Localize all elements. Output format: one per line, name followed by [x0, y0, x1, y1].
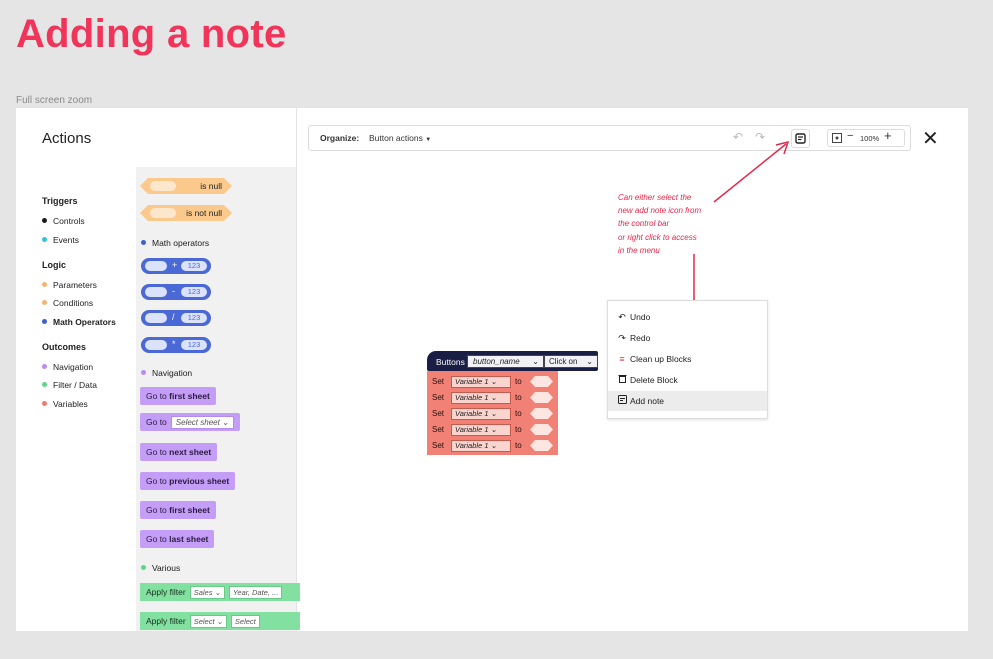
note-icon [617, 391, 627, 411]
value-slot[interactable] [530, 376, 553, 387]
editor-frame: Actions Triggers Controls Events Logic P… [16, 108, 968, 631]
arrow-to-toolbar [713, 143, 787, 203]
variable-dropdown[interactable]: Variable 1 ⌄ [451, 440, 511, 452]
value-slot[interactable] [530, 392, 553, 403]
menu-item-clean-up[interactable]: ≡ Clean up Blocks [608, 349, 767, 369]
chevron-down-icon: ⌄ [532, 357, 539, 366]
menu-item-redo[interactable]: ↷ Redo [608, 328, 767, 348]
page-title: Adding a note [16, 12, 287, 56]
set-variable-row[interactable]: Set Variable 1 ⌄ to [427, 406, 558, 421]
set-variables-block: Set Variable 1 ⌄ to Set Variable 1 ⌄ to Set V… [427, 371, 558, 455]
value-slot[interactable] [530, 424, 553, 435]
menu-item-undo[interactable]: ↶ Undo [608, 307, 767, 327]
lines-icon: ≡ [619, 354, 625, 364]
set-variable-row[interactable]: Set Variable 1 ⌄ to [427, 422, 558, 437]
variable-dropdown[interactable]: Variable 1 ⌄ [451, 408, 511, 420]
button-event-block[interactable]: Buttons button_name ⌄ Click on ⌄ [427, 351, 598, 371]
menu-item-delete-block[interactable]: Delete Block [608, 370, 767, 390]
trash-icon [617, 370, 627, 390]
block-label: Buttons [436, 357, 465, 367]
button-name-dropdown[interactable]: button_name ⌄ [467, 355, 544, 368]
menu-item-add-note[interactable]: Add note [608, 391, 767, 411]
value-slot[interactable] [530, 440, 553, 451]
set-variable-row[interactable]: Set Variable 1 ⌄ to [427, 390, 558, 405]
frame-caption: Full screen zoom [16, 95, 93, 106]
redo-icon: ↷ [618, 333, 626, 343]
chevron-down-icon: ⌄ [586, 357, 593, 366]
value-slot[interactable] [530, 408, 553, 419]
context-menu: ↶ Undo ↷ Redo ≡ Clean up Blocks Delete Bloc… [607, 300, 768, 419]
variable-dropdown[interactable]: Variable 1 ⌄ [451, 376, 511, 388]
variable-dropdown[interactable]: Variable 1 ⌄ [451, 392, 511, 404]
variable-dropdown[interactable]: Variable 1 ⌄ [451, 424, 511, 436]
set-variable-row[interactable]: Set Variable 1 ⌄ to [427, 438, 558, 453]
event-dropdown[interactable]: Click on ⌄ [544, 355, 598, 368]
set-variable-row[interactable]: Set Variable 1 ⌄ to [427, 374, 558, 389]
undo-icon: ↶ [618, 312, 626, 322]
